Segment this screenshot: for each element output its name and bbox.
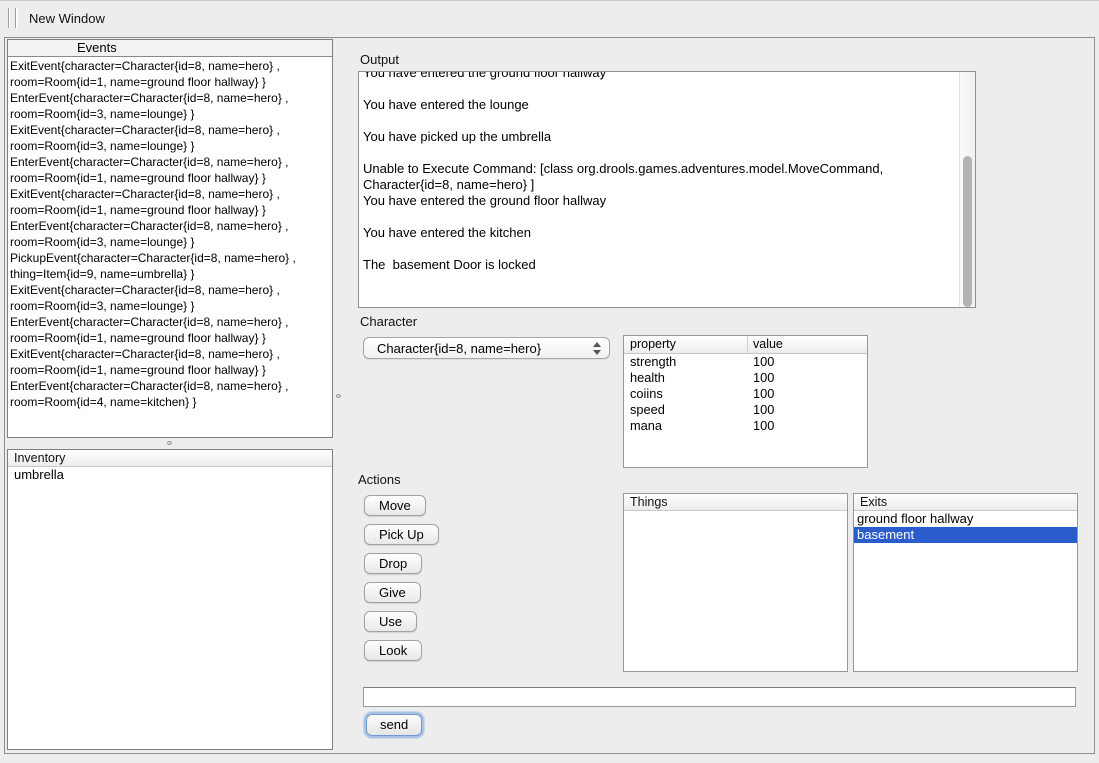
- value-cell: 100: [747, 386, 867, 402]
- actions-buttons: Move Pick Up Drop Give Use Look: [364, 495, 484, 669]
- value-cell: 100: [747, 370, 867, 386]
- toolbar-drag-handle-icon[interactable]: [8, 8, 16, 28]
- event-item[interactable]: ExitEvent{character=Character{id=8, name…: [10, 346, 330, 378]
- character-select-value: Character{id=8, name=hero}: [377, 341, 541, 356]
- property-cell: strength: [624, 354, 747, 370]
- inventory-panel: Inventory umbrella: [7, 449, 333, 750]
- output-lines: You have entered the ground floor hallwa…: [363, 71, 957, 273]
- event-item[interactable]: ExitEvent{character=Character{id=8, name…: [10, 122, 330, 154]
- property-cell: speed: [624, 402, 747, 418]
- table-row[interactable]: mana100: [624, 418, 867, 434]
- output-label: Output: [360, 52, 399, 67]
- event-item[interactable]: PickupEvent{character=Character{id=8, na…: [10, 250, 330, 282]
- event-item[interactable]: ExitEvent{character=Character{id=8, name…: [10, 186, 330, 218]
- actions-label: Actions: [358, 472, 401, 487]
- events-inventory-split-divider[interactable]: [7, 438, 333, 449]
- event-item[interactable]: EnterEvent{character=Character{id=8, nam…: [10, 218, 330, 250]
- give-button[interactable]: Give: [364, 582, 421, 603]
- character-select[interactable]: Character{id=8, name=hero}: [363, 337, 610, 359]
- toolbar: New Window: [0, 0, 1099, 35]
- table-row[interactable]: strength100: [624, 354, 867, 370]
- output-line: [363, 81, 957, 97]
- drop-button[interactable]: Drop: [364, 553, 422, 574]
- send-button[interactable]: send: [366, 714, 422, 736]
- things-panel: Things: [623, 493, 848, 672]
- table-row[interactable]: coiins100: [624, 386, 867, 402]
- things-list[interactable]: [624, 511, 847, 671]
- value-cell: 100: [747, 354, 867, 370]
- event-item[interactable]: EnterEvent{character=Character{id=8, nam…: [10, 378, 330, 410]
- inventory-header: Inventory: [8, 450, 332, 467]
- output-line: [363, 209, 957, 225]
- exits-item[interactable]: ground floor hallway: [854, 511, 1077, 527]
- output-line: You have entered the kitchen: [363, 225, 957, 241]
- scrollbar-thumb[interactable]: [963, 156, 972, 307]
- character-property-table: property value strength100health100coiin…: [623, 335, 868, 468]
- split-divider-grip-icon: [167, 441, 172, 445]
- exits-item[interactable]: basement: [854, 527, 1077, 543]
- output-textarea[interactable]: You have entered the ground floor hallwa…: [358, 71, 976, 308]
- table-row[interactable]: speed100: [624, 402, 867, 418]
- value-column-header: value: [747, 336, 867, 353]
- output-line: [363, 113, 957, 129]
- exits-header: Exits: [854, 494, 1077, 511]
- events-panel-title: Events: [8, 40, 332, 57]
- property-column-header: property: [624, 336, 747, 353]
- new-window-button[interactable]: New Window: [25, 9, 109, 28]
- property-table-body: strength100health100coiins100speed100man…: [624, 354, 867, 434]
- events-panel: Events ExitEvent{character=Character{id=…: [7, 39, 333, 438]
- property-table-header: property value: [624, 336, 867, 354]
- event-item[interactable]: EnterEvent{character=Character{id=8, nam…: [10, 154, 330, 186]
- look-button[interactable]: Look: [364, 640, 422, 661]
- inventory-item[interactable]: umbrella: [11, 467, 332, 483]
- property-cell: coiins: [624, 386, 747, 402]
- event-item[interactable]: ExitEvent{character=Character{id=8, name…: [10, 282, 330, 314]
- use-button[interactable]: Use: [364, 611, 417, 632]
- events-list: ExitEvent{character=Character{id=8, name…: [8, 57, 332, 437]
- output-line: The basement Door is locked: [363, 257, 957, 273]
- event-item[interactable]: ExitEvent{character=Character{id=8, name…: [10, 58, 330, 90]
- property-cell: mana: [624, 418, 747, 434]
- output-scrollbar[interactable]: [959, 72, 975, 307]
- main-content: Events ExitEvent{character=Character{id=…: [4, 37, 1095, 754]
- event-item[interactable]: EnterEvent{character=Character{id=8, nam…: [10, 90, 330, 122]
- value-cell: 100: [747, 402, 867, 418]
- property-cell: health: [624, 370, 747, 386]
- output-line: You have picked up the umbrella: [363, 129, 957, 145]
- output-line: [363, 241, 957, 257]
- left-column: Events ExitEvent{character=Character{id=…: [7, 39, 333, 750]
- inventory-list: umbrella: [8, 467, 332, 749]
- move-button[interactable]: Move: [364, 495, 426, 516]
- character-label: Character: [360, 314, 417, 329]
- output-line: [363, 145, 957, 161]
- output-line: You have entered the ground floor hallwa…: [363, 71, 957, 81]
- exits-panel: Exits ground floor hallwaybasement: [853, 493, 1078, 672]
- combo-stepper-icon: [593, 342, 601, 355]
- vertical-split-divider-grip-icon[interactable]: [336, 394, 341, 398]
- things-header: Things: [624, 494, 847, 511]
- output-line: You have entered the ground floor hallwa…: [363, 193, 957, 209]
- table-row[interactable]: health100: [624, 370, 867, 386]
- exits-list: ground floor hallwaybasement: [854, 511, 1077, 671]
- event-item[interactable]: EnterEvent{character=Character{id=8, nam…: [10, 314, 330, 346]
- value-cell: 100: [747, 418, 867, 434]
- command-input[interactable]: [363, 687, 1076, 707]
- output-line: Unable to Execute Command: [class org.dr…: [363, 161, 957, 193]
- output-line: You have entered the lounge: [363, 97, 957, 113]
- pick-up-button[interactable]: Pick Up: [364, 524, 439, 545]
